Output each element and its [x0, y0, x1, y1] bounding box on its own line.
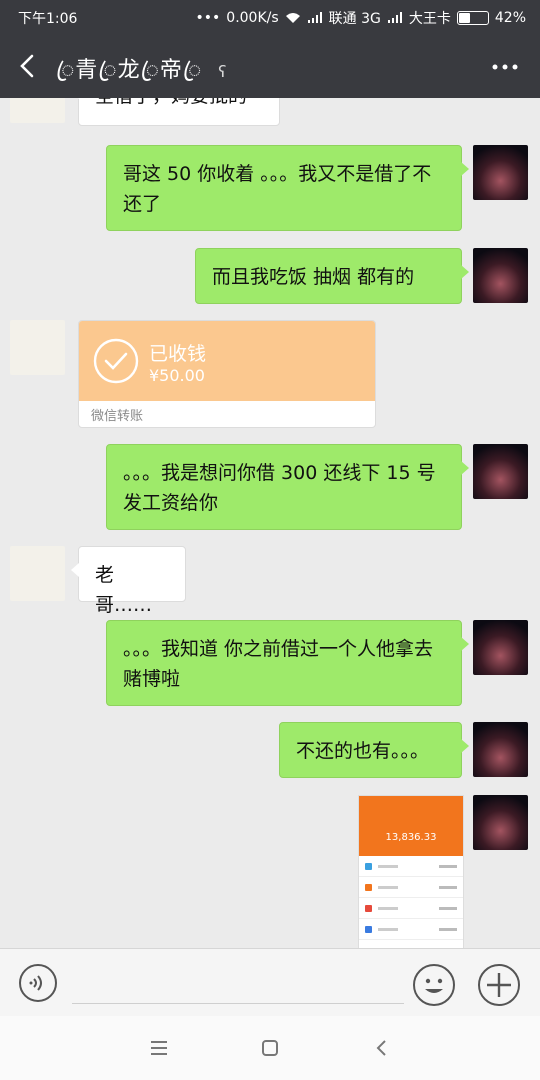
contact-avatar[interactable]	[10, 320, 65, 375]
contact-avatar[interactable]	[10, 546, 65, 601]
back-nav-icon[interactable]	[370, 1036, 394, 1060]
message-text: 而且我吃饭 抽烟 都有的	[212, 266, 415, 288]
image-message[interactable]: 13,836.33	[358, 795, 464, 948]
message-text: 不还的也有。。。	[296, 740, 430, 762]
my-avatar[interactable]	[473, 145, 528, 200]
system-nav-bar	[0, 1016, 540, 1080]
more-dots-icon: •••	[195, 10, 221, 26]
emoji-icon[interactable]	[412, 963, 456, 1007]
message-bubble[interactable]: 老哥……	[71, 546, 186, 616]
more-options-icon[interactable]	[490, 52, 520, 82]
message-text: 哥这 50 你收着 。。。我又不是借了不还了	[123, 163, 432, 215]
my-avatar[interactable]	[473, 722, 528, 777]
network-speed: 0.00K/s	[226, 10, 279, 26]
message-input[interactable]	[72, 969, 404, 1004]
contact-name: ꦿ青ꦿ龙ꦿ帝ꦿ	[56, 58, 203, 83]
screenshot-header: 13,836.33	[359, 796, 463, 856]
message-bubble[interactable]: 不还的也有。。。	[279, 722, 469, 778]
plus-icon[interactable]	[477, 963, 521, 1007]
transfer-status: 已收钱	[149, 343, 207, 365]
status-time: 下午1:06	[18, 11, 78, 27]
chat-header: ꦿ青ꦿ龙ꦿ帝ꦿ ʕ	[0, 34, 540, 98]
carrier-2: 大王卡	[408, 11, 451, 27]
screenshot-row	[359, 898, 463, 919]
input-bar	[0, 948, 540, 1017]
contact-avatar[interactable]	[10, 98, 65, 123]
transfer-amount: ¥50.00	[149, 366, 205, 385]
my-avatar[interactable]	[473, 795, 528, 850]
signal-icon	[307, 12, 322, 23]
chat-area[interactable]: 全借了，妈要批的 哥这 50 你收着 。。。我又不是借了不还了 而且我吃饭 抽烟…	[0, 98, 540, 948]
home-icon[interactable]	[258, 1036, 282, 1060]
carrier-1: 联通 3G	[328, 11, 381, 27]
status-right: ••• 0.00K/s 联通 3G 大王卡 42%	[196, 8, 527, 28]
message-bubble[interactable]: 哥这 50 你收着 。。。我又不是借了不还了	[106, 145, 469, 231]
message-text: 。。。我是想问你借 300 还线下 15 号发工资给你	[123, 462, 436, 514]
battery-icon	[456, 11, 489, 25]
check-circle-icon	[93, 338, 139, 384]
message-bubble[interactable]: 而且我吃饭 抽烟 都有的	[195, 248, 469, 304]
back-arrow-icon[interactable]	[14, 50, 42, 82]
my-avatar[interactable]	[473, 620, 528, 675]
status-bar: 下午1:06 ••• 0.00K/s 联通 3G 大王卡 42%	[0, 0, 540, 34]
screenshot-row	[359, 877, 463, 898]
signal-icon-2	[387, 12, 402, 23]
wifi-icon	[285, 13, 300, 23]
battery-level: 42%	[494, 10, 526, 26]
message-bubble[interactable]: 全借了，妈要批的	[71, 98, 280, 126]
chat-title: ꦿ青ꦿ龙ꦿ帝ꦿ ʕ	[56, 52, 227, 98]
ear-icon: ʕ	[218, 62, 228, 81]
message-bubble[interactable]: 。。。我是想问你借 300 还线下 15 号发工资给你	[106, 444, 469, 530]
screenshot-row	[359, 856, 463, 877]
my-avatar[interactable]	[473, 248, 528, 303]
message-text: 老哥……	[95, 564, 153, 616]
transfer-label: 微信转账	[91, 409, 144, 424]
screenshot-amount: 13,836.33	[385, 832, 437, 843]
screenshot-row	[359, 919, 463, 940]
transfer-card[interactable]: 已收钱 ¥50.00 微信转账	[78, 320, 376, 428]
my-avatar[interactable]	[473, 444, 528, 499]
menu-icon[interactable]	[147, 1036, 171, 1060]
message-text: 全借了，妈要批的	[95, 98, 247, 107]
message-bubble[interactable]: 。。。我知道 你之前借过一个人他拿去赌博啦	[106, 620, 469, 706]
message-text: 。。。我知道 你之前借过一个人他拿去赌博啦	[123, 638, 434, 690]
voice-icon[interactable]	[18, 963, 58, 1003]
